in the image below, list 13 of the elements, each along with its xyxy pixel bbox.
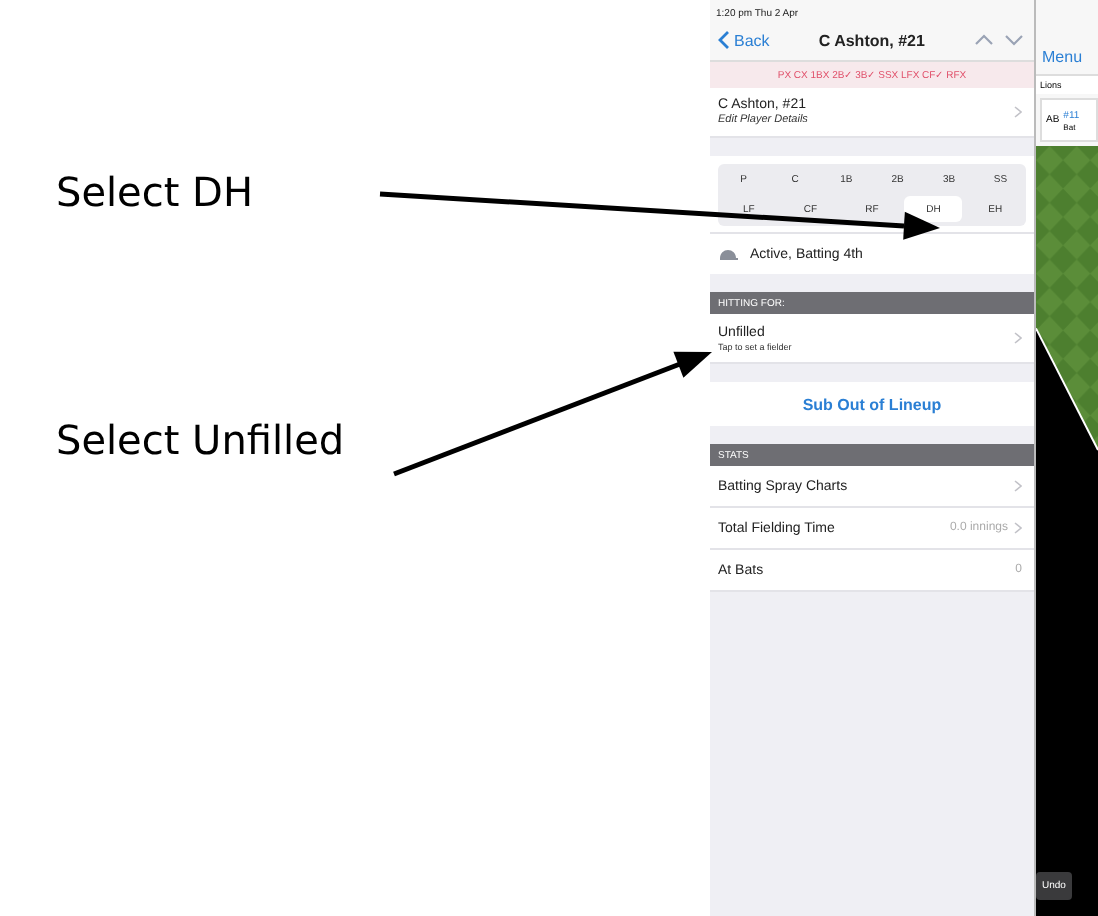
back-link[interactable]: Back <box>718 30 770 50</box>
chevron-right-icon <box>1014 332 1022 344</box>
menu-link[interactable]: Menu <box>1036 0 1098 74</box>
chevron-right-icon <box>1014 480 1022 492</box>
chevron-right-icon <box>1014 522 1022 534</box>
annotation-label: Select DH <box>54 168 253 216</box>
chevron-right-icon <box>1014 106 1022 118</box>
annotation-label: Select Unfilled <box>54 416 345 464</box>
nav-title: C Ashton, #21 <box>818 31 925 49</box>
sub-out-button[interactable]: Sub Out of Lineup <box>710 382 1034 426</box>
helmet-icon <box>718 246 738 262</box>
up-down-arrows-icon[interactable] <box>974 32 1026 48</box>
chevron-left-icon <box>718 30 730 50</box>
